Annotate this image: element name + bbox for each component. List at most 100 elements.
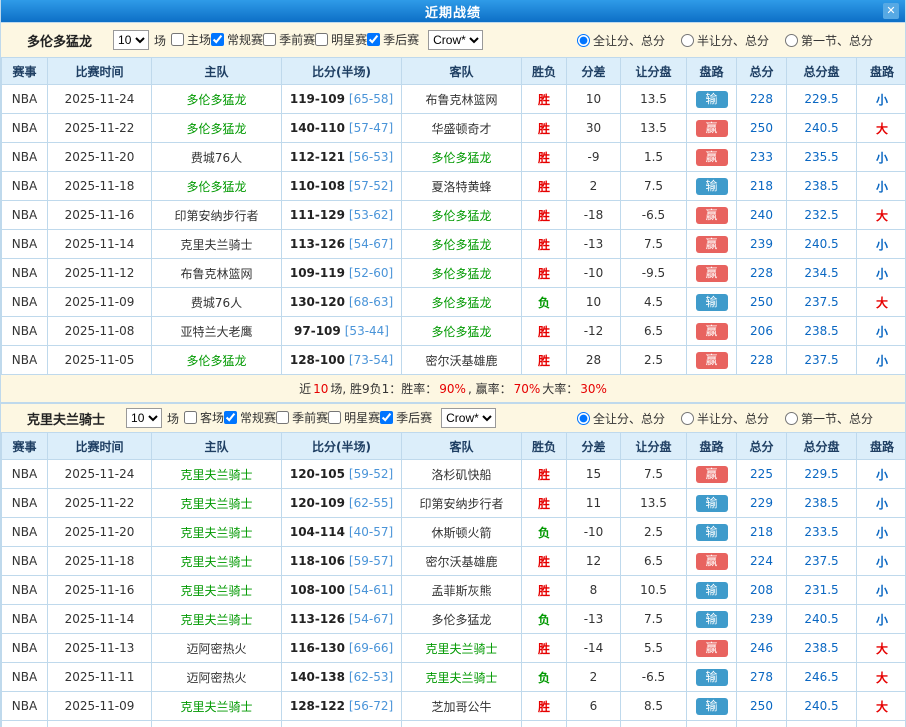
table-header-row: 赛事 比赛时间 主队 比分(半场) 客队 胜负 分差 让分盘 盘路 总分 总分盘… [2,58,906,85]
away-team-cell: 多伦多猛龙 [402,288,522,317]
home-team-cell: 费城76人 [152,288,282,317]
game-row: NBA2025-11-14克里夫兰骑士113-126[54-67]多伦多猛龙负-… [2,605,906,634]
score-cell: 115-148[60-76] [282,721,402,727]
radio-input[interactable] [785,34,798,47]
league-cell: NBA [2,605,48,634]
score-main: 112-121 [290,150,345,164]
checkbox-label: 主场 [187,31,211,48]
filter-bar-raptors: 多伦多猛龙 10 场 主场常规赛季前赛明星赛季后赛 Crow* 全让分、总分半让… [1,22,905,57]
result-cell: 负 [522,605,567,634]
col-header-score: 比分(半场) [282,58,402,85]
filter-radio-第一节、总分[interactable]: 第一节、总分 [785,32,873,49]
radio-label: 半让分、总分 [697,410,769,427]
odds-source-select[interactable]: Crow* [428,30,483,50]
radio-input[interactable] [681,34,694,47]
radio-label: 全让分、总分 [593,32,665,49]
result-cell: 胜 [522,460,567,489]
checkbox-label: 常规赛 [227,31,263,48]
away-team-cell: 布鲁克林篮网 [402,85,522,114]
filter-checkbox-季前赛[interactable]: 季前赛 [263,31,315,48]
checkbox-input[interactable] [315,33,328,46]
filter-checkbox-季后赛[interactable]: 季后赛 [367,31,419,48]
diff-cell: -33 [567,721,621,727]
checkbox-input[interactable] [328,411,341,424]
diff-cell: -18 [567,201,621,230]
filter-checkbox-明星赛[interactable]: 明星赛 [315,31,367,48]
col-header-handicap-result: 盘路 [687,433,737,460]
league-cell: NBA [2,576,48,605]
total-line-cell: 238.5 [787,317,857,346]
away-team-cell: 印第安纳步行者 [402,489,522,518]
filter-radio-全让分、总分[interactable]: 全让分、总分 [577,410,665,427]
handicap-cell: 13.5 [621,114,687,143]
score-cell: 128-122[56-72] [282,692,402,721]
away-team-cell: 多伦多猛龙 [402,605,522,634]
score-halftime: [65-58] [349,92,393,106]
total-line-cell: 232.5 [787,201,857,230]
score-halftime: [53-44] [345,324,389,338]
radio-input[interactable] [785,412,798,425]
home-team-cell: 多伦多猛龙 [152,172,282,201]
col-header-date: 比赛时间 [48,58,152,85]
handicap-cell: 2.5 [621,346,687,375]
filter-checkbox-季后赛[interactable]: 季后赛 [380,409,432,426]
home-team-cell: 迈阿密热火 [152,634,282,663]
handicap-cell: 7.5 [621,230,687,259]
close-icon[interactable]: ✕ [883,3,899,19]
total-cell: 250 [737,692,787,721]
score-halftime: [56-72] [349,699,393,713]
filter-checkbox-客场[interactable]: 客场 [184,409,224,426]
date-cell: 2025-11-14 [48,605,152,634]
cavaliers-results-table: 赛事 比赛时间 主队 比分(半场) 客队 胜负 分差 让分盘 盘路 总分 总分盘… [1,432,906,727]
filter-radio-半让分、总分[interactable]: 半让分、总分 [681,410,769,427]
games-count-select[interactable]: 10 [113,30,149,50]
filter-radio-半让分、总分[interactable]: 半让分、总分 [681,32,769,49]
handicap-cell: 7.5 [621,172,687,201]
total-line-cell: 233.5 [787,518,857,547]
filter-checkbox-常规赛[interactable]: 常规赛 [224,409,276,426]
checkbox-input[interactable] [276,411,289,424]
filter-radio-第一节、总分[interactable]: 第一节、总分 [785,410,873,427]
col-header-league: 赛事 [2,58,48,85]
checkbox-input[interactable] [263,33,276,46]
checkbox-label: 季前赛 [292,409,328,426]
filter-checkbox-主场[interactable]: 主场 [171,31,211,48]
result-cell: 胜 [522,692,567,721]
filter-checkbox-常规赛[interactable]: 常规赛 [211,31,263,48]
league-cell: NBA [2,114,48,143]
radio-input[interactable] [577,34,590,47]
filter-radio-全让分、总分[interactable]: 全让分、总分 [577,32,665,49]
checkbox-input[interactable] [380,411,393,424]
summary-text: 10 [313,382,328,396]
col-header-away: 客队 [402,58,522,85]
home-team-cell: 布鲁克林篮网 [152,259,282,288]
date-cell: 2025-11-16 [48,201,152,230]
league-cell: NBA [2,692,48,721]
score-halftime: [52-60] [349,266,393,280]
checkbox-input[interactable] [171,33,184,46]
away-team-cell: 休斯顿火箭 [402,518,522,547]
total-cell: 240 [737,201,787,230]
diff-cell: 30 [567,114,621,143]
date-cell: 2025-11-22 [48,114,152,143]
handicap-result-badge: 输 [696,91,728,108]
checkbox-input[interactable] [184,411,197,424]
checkbox-input[interactable] [211,33,224,46]
date-cell: 2025-11-05 [48,346,152,375]
odds-source-select[interactable]: Crow* [441,408,496,428]
checkbox-input[interactable] [367,33,380,46]
col-header-diff: 分差 [567,58,621,85]
filter-checkbox-明星赛[interactable]: 明星赛 [328,409,380,426]
game-row: NBA2025-11-16印第安纳步行者111-129[53-62]多伦多猛龙胜… [2,201,906,230]
radio-input[interactable] [681,412,694,425]
handicap-result-cell: 赢 [687,346,737,375]
checkbox-input[interactable] [224,411,237,424]
filter-checkbox-季前赛[interactable]: 季前赛 [276,409,328,426]
games-count-select[interactable]: 10 [126,408,162,428]
league-cell: NBA [2,346,48,375]
diff-cell: -10 [567,518,621,547]
radio-input[interactable] [577,412,590,425]
diff-cell: -13 [567,605,621,634]
total-cell: 208 [737,576,787,605]
score-main: 118-106 [290,554,345,568]
